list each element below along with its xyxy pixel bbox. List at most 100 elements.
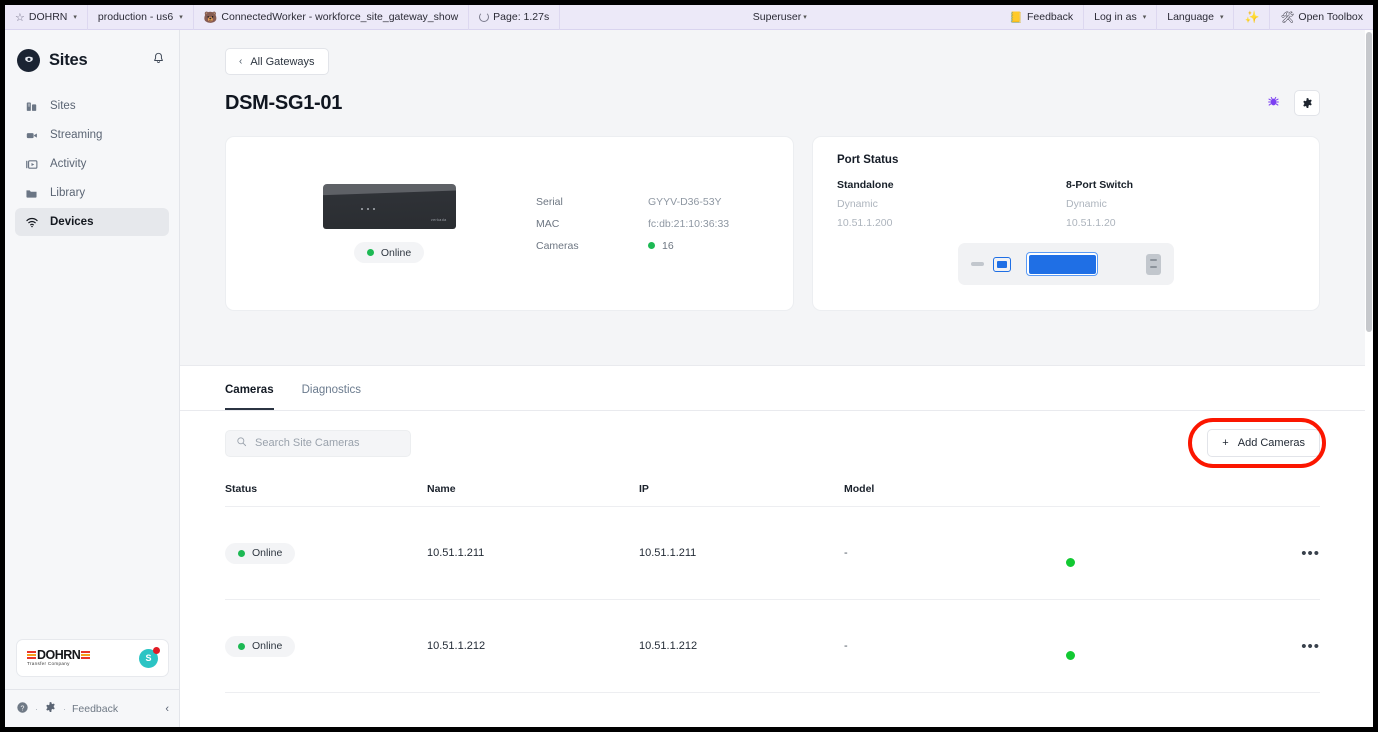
page-scrollbar[interactable] — [1365, 30, 1373, 727]
spec-value: fc:db:21:10:36:33 — [648, 218, 729, 230]
avatar-wrapper[interactable]: S — [139, 649, 158, 668]
topbar-login-as-label: Log in as — [1094, 11, 1137, 23]
table-row[interactable]: Online 10.51.1.212 10.51.1.212 - — [225, 600, 1320, 693]
row-overflow-menu-icon[interactable]: ••• — [1301, 545, 1320, 562]
page-title: DSM-SG1-01 — [225, 92, 342, 115]
chevron-down-icon: ▾ — [73, 13, 77, 21]
column-header-ip: IP — [639, 483, 844, 495]
spec-key: MAC — [536, 218, 648, 230]
row-status-cell: Online — [225, 543, 427, 564]
row-overflow-menu-icon[interactable]: ••• — [1301, 638, 1320, 655]
tab-diagnostics[interactable]: Diagnostics — [302, 384, 361, 410]
row-name-cell: 10.51.1.212 — [427, 640, 639, 652]
port-column-ip: 10.51.1.20 — [1066, 217, 1295, 229]
settings-gear-icon[interactable] — [44, 701, 57, 717]
table-row[interactable]: Online 10.51.1.211 10.51.1.211 - ••• — [225, 507, 1320, 600]
topbar-language[interactable]: Language ▾ — [1157, 5, 1234, 30]
add-cameras-button[interactable]: + Add Cameras — [1207, 429, 1320, 457]
status-dot-icon — [367, 249, 374, 256]
topbar-context[interactable]: 🐻 ConnectedWorker - workforce_site_gatew… — [194, 5, 469, 30]
row-ip-cell: 10.51.1.211 — [639, 547, 844, 559]
power-connector-icon — [1146, 254, 1161, 275]
video-camera-icon — [24, 129, 39, 142]
sidebar-bottom: DOHRN Transfer Company S ? · — [5, 639, 180, 727]
chevron-down-icon: ▾ — [803, 13, 807, 21]
port-status-columns: Standalone Dynamic 10.51.1.200 8-Port Sw… — [837, 179, 1295, 229]
all-gateways-back-button[interactable]: ‹ All Gateways — [225, 48, 329, 75]
topbar-open-toolbox[interactable]: 🛠 Open Toolbox — [1270, 5, 1373, 30]
column-header-name: Name — [427, 483, 639, 495]
column-header-model: Model — [844, 483, 1080, 495]
add-cameras-label: Add Cameras — [1238, 437, 1305, 449]
tab-label: Diagnostics — [302, 384, 361, 396]
port-status-title: Port Status — [837, 154, 1295, 166]
clock-icon — [479, 12, 489, 22]
sidebar: Sites — [5, 30, 180, 727]
camera-status-dot-icon — [648, 242, 655, 249]
port-standalone-icon[interactable] — [993, 257, 1011, 272]
collapse-sidebar-icon[interactable]: ‹ — [165, 703, 169, 715]
device-status-label: Online — [381, 247, 411, 259]
sidebar-item-devices[interactable]: Devices — [15, 208, 169, 236]
sidebar-item-library[interactable]: Library — [15, 179, 169, 207]
gateway-device-image: verkada — [323, 184, 456, 229]
topbar-org-selector[interactable]: ☆ DOHRN ▾ — [5, 5, 88, 30]
logo-stripes-right — [81, 651, 90, 659]
sidebar-item-label: Streaming — [50, 129, 102, 141]
bug-icon[interactable] — [1267, 95, 1280, 111]
sparkle-icon: ✨ — [1244, 10, 1259, 24]
bell-icon[interactable] — [152, 52, 165, 68]
row-model-cell: - — [844, 640, 1080, 652]
port-status-card: Port Status Standalone Dynamic 10.51.1.2… — [812, 136, 1320, 311]
activity-icon — [24, 158, 39, 171]
spec-key: Serial — [536, 196, 648, 208]
search-input[interactable] — [255, 437, 400, 449]
cameras-table: Status Name IP Model Online 10.51.1.211 — [180, 483, 1365, 693]
sites-icon — [24, 100, 39, 113]
topbar-sparkle-button[interactable]: ✨ — [1234, 5, 1270, 30]
topbar-page-timing[interactable]: Page: 1.27s — [469, 5, 560, 30]
summary-cards: verkada Online Serial GYYV-D36-53Y MAC f… — [180, 116, 1365, 311]
port-column-mode: Dynamic — [837, 198, 1066, 210]
tab-label: Cameras — [225, 384, 274, 396]
topbar-role-selector[interactable]: Superuser ▾ — [753, 11, 807, 23]
spec-row-cameras: Cameras 16 — [536, 240, 759, 252]
spec-row-mac: MAC fc:db:21:10:36:33 — [536, 218, 759, 230]
topbar-timing-label: Page: 1.27s — [493, 11, 549, 23]
settings-gear-button[interactable] — [1294, 90, 1320, 116]
panel-tabs: Cameras Diagnostics — [180, 366, 1365, 411]
row-actions-cell[interactable]: ••• — [1270, 639, 1320, 654]
column-header-thumbnail — [1080, 483, 1270, 495]
dohrn-logo: DOHRN Transfer Company — [27, 649, 90, 667]
search-site-cameras-box[interactable] — [225, 430, 411, 457]
topbar-login-as[interactable]: Log in as ▾ — [1084, 5, 1157, 30]
scrollbar-thumb[interactable] — [1366, 32, 1372, 332]
topbar-context-label: ConnectedWorker - workforce_site_gateway… — [221, 11, 458, 23]
folder-icon — [24, 187, 39, 200]
chevron-left-icon: ‹ — [239, 56, 242, 67]
status-dot-icon — [238, 550, 245, 557]
row-model-cell: - — [844, 547, 1080, 559]
spec-value: 16 — [662, 240, 674, 252]
org-switcher-card[interactable]: DOHRN Transfer Company S — [16, 639, 169, 677]
table-header-row: Status Name IP Model — [225, 483, 1320, 507]
row-actions-cell[interactable]: ••• — [1270, 546, 1320, 561]
sidebar-item-label: Devices — [50, 216, 93, 228]
port-switch-group-icon[interactable] — [1026, 252, 1098, 276]
separator-dot: · — [35, 704, 38, 714]
topbar-env-selector[interactable]: production - us6 ▾ — [88, 5, 194, 30]
help-icon[interactable]: ? — [16, 701, 29, 717]
tab-cameras[interactable]: Cameras — [225, 384, 274, 410]
port-column-switch: 8-Port Switch Dynamic 10.51.1.20 — [1066, 179, 1295, 229]
port-diagram — [958, 243, 1174, 285]
sidebar-item-streaming[interactable]: Streaming — [15, 121, 169, 149]
row-status-cell: Online — [225, 636, 427, 657]
sidebar-feedback-link[interactable]: Feedback — [72, 703, 118, 715]
app-logo-icon — [17, 49, 40, 72]
topbar-feedback-button[interactable]: 📒 Feedback — [999, 5, 1084, 30]
sidebar-item-activity[interactable]: Activity — [15, 150, 169, 178]
port-column-heading: 8-Port Switch — [1066, 179, 1295, 191]
sidebar-item-sites[interactable]: Sites — [15, 92, 169, 120]
wrench-icon: 🛠 — [1280, 11, 1294, 24]
topbar-role-label: Superuser — [753, 11, 801, 23]
